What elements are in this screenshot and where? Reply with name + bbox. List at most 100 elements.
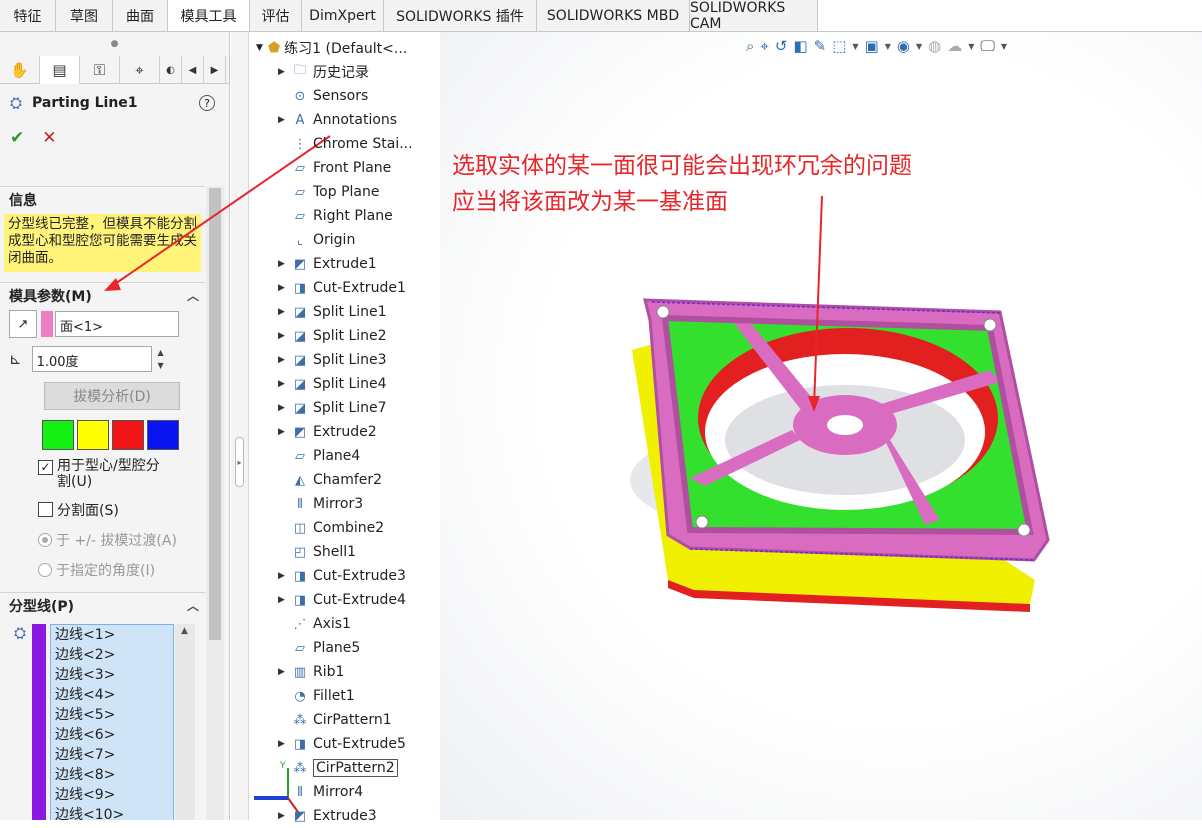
expand-arrow-icon[interactable]: ▶	[278, 739, 290, 749]
dropdown-chevron-icon[interactable]: ▼	[852, 42, 858, 51]
tree-item-label: Cut-Extrude5	[313, 736, 406, 752]
tree-item[interactable]: ⁂ CirPattern1	[252, 708, 442, 732]
tree-item[interactable]: ▱ Right Plane	[252, 204, 442, 228]
tree-item[interactable]: ▶ ◩ Extrude2	[252, 420, 442, 444]
tree-item-label: Origin	[313, 232, 356, 248]
mount-hole-tl	[656, 305, 670, 319]
tree-item[interactable]: ◰ Shell1	[252, 540, 442, 564]
expand-arrow-icon[interactable]: ▶	[278, 595, 290, 605]
previous-view-icon[interactable]: ↺	[775, 37, 788, 55]
tree-item-label: Top Plane	[313, 184, 380, 200]
mirror-icon: ⫴	[297, 496, 303, 512]
view-orientation-icon[interactable]: ⬚	[832, 37, 846, 55]
tree-item[interactable]: ▶ ◨ Cut-Extrude3	[252, 564, 442, 588]
tree-item[interactable]: ◭ Chamfer2	[252, 468, 442, 492]
tree-item[interactable]: ◔ Fillet1	[252, 684, 442, 708]
mount-hole-bl	[695, 515, 709, 529]
tree-item[interactable]: ▶ ▥ Rib1	[252, 660, 442, 684]
dropdown-chevron-icon[interactable]: ▼	[1001, 42, 1007, 51]
tree-item[interactable]: ▱ Plane5	[252, 636, 442, 660]
tree-item[interactable]: ▱ Plane4	[252, 444, 442, 468]
tree-item[interactable]: ▶ ◨ Cut-Extrude4	[252, 588, 442, 612]
tree-item[interactable]: ▶ ◨ Cut-Extrude5	[252, 732, 442, 756]
split-line-icon: ◪	[293, 376, 307, 392]
expand-arrow-icon[interactable]: ▶	[278, 379, 290, 389]
model-graphics	[104, 135, 1050, 612]
tree-item-label: Mirror3	[313, 496, 364, 512]
cut-extrude-icon: ◨	[293, 736, 307, 752]
tree-item[interactable]: ▶ ◪ Split Line4	[252, 372, 442, 396]
tree-item[interactable]: ◫ Combine2	[252, 516, 442, 540]
expand-arrow-icon[interactable]: ▶	[278, 259, 290, 269]
tree-item[interactable]: ▶ ◪ Split Line7	[252, 396, 442, 420]
tree-item[interactable]: ⋮ Chrome Stai...	[252, 132, 442, 156]
feature-manager-tree: ▼ ⬟ 练习1 (Default<... ▶ 🗀 历史记录 ⊙ Sensors ▶ A Ann…	[252, 36, 442, 828]
tree-item-label: Extrude1	[313, 256, 377, 272]
reference-triad: Y	[254, 761, 299, 813]
expand-arrow-icon[interactable]: ▶	[278, 283, 290, 293]
expand-arrow-icon[interactable]: ▶	[278, 667, 290, 677]
edit-appearance-icon[interactable]: ◍	[928, 37, 941, 55]
split-line-icon: ◪	[293, 304, 307, 320]
tree-item-label: Plane5	[313, 640, 361, 656]
cut-extrude-icon: ◨	[293, 568, 307, 584]
tree-item[interactable]: ⊙ Sensors	[252, 84, 442, 108]
expand-arrow-icon[interactable]: ▼	[256, 43, 268, 53]
expand-arrow-icon[interactable]: ▶	[278, 427, 290, 437]
tree-item-label: Plane4	[313, 448, 361, 464]
chamfer-icon: ◭	[295, 472, 305, 488]
expand-arrow-icon[interactable]: ▶	[278, 307, 290, 317]
tree-item[interactable]: ▶ 🗀 历史记录	[252, 60, 442, 84]
axis-icon: ⋰	[293, 616, 307, 632]
tree-item[interactable]: ⫴ Mirror3	[252, 492, 442, 516]
tree-item[interactable]: ▱ Front Plane	[252, 156, 442, 180]
expand-arrow-icon[interactable]: ▶	[278, 115, 290, 125]
mount-hole-tr	[983, 318, 997, 332]
plane-icon: ▱	[295, 208, 305, 224]
tree-item[interactable]: ▶ ◨ Cut-Extrude1	[252, 276, 442, 300]
tree-item-label: Cut-Extrude3	[313, 568, 406, 584]
zoom-to-area-icon[interactable]: ⌖	[760, 37, 768, 55]
origin-icon: ⌞	[296, 232, 304, 248]
tree-item[interactable]: ▱ Top Plane	[252, 180, 442, 204]
tree-item[interactable]: ⌞ Origin	[252, 228, 442, 252]
tree-item-label: Combine2	[313, 520, 385, 536]
expand-arrow-icon[interactable]: ▶	[278, 331, 290, 341]
cut-extrude-icon: ◨	[293, 280, 307, 296]
tree-item-label: Split Line7	[313, 400, 387, 416]
root-label: 练习1 (Default<...	[284, 41, 408, 57]
plane-icon: ▱	[295, 448, 305, 464]
tree-item[interactable]: ▶ A Annotations	[252, 108, 442, 132]
material-icon: ⋮	[293, 136, 307, 152]
annotation-icon: A	[295, 112, 305, 128]
hide-show-items-icon[interactable]: ◉	[897, 37, 910, 55]
tree-item-label: Axis1	[313, 616, 351, 632]
dynamic-annotation-icon[interactable]: ✎	[814, 37, 827, 55]
tree-item-label: Chrome Stai...	[313, 136, 413, 152]
tree-item[interactable]: ▶ ◪ Split Line3	[252, 348, 442, 372]
tree-root-part[interactable]: ▼ ⬟ 练习1 (Default<...	[252, 36, 442, 60]
expand-arrow-icon[interactable]: ▶	[278, 67, 290, 77]
expand-arrow-icon[interactable]: ▶	[278, 355, 290, 365]
tree-item[interactable]: ⋰ Axis1	[252, 612, 442, 636]
tree-item[interactable]: ▶ ◪ Split Line2	[252, 324, 442, 348]
tree-item[interactable]: ▶ ◩ Extrude1	[252, 252, 442, 276]
dropdown-chevron-icon[interactable]: ▼	[916, 42, 922, 51]
section-view-icon[interactable]: ◧	[793, 37, 807, 55]
tree-item-label: Split Line1	[313, 304, 387, 320]
expand-arrow-icon[interactable]: ▶	[278, 403, 290, 413]
dropdown-chevron-icon[interactable]: ▼	[968, 42, 974, 51]
dropdown-chevron-icon[interactable]: ▼	[885, 42, 891, 51]
view-settings-icon[interactable]: 🖵	[980, 37, 994, 55]
tree-item-label: Right Plane	[313, 208, 393, 224]
tree-item-label: Split Line4	[313, 376, 387, 392]
display-style-icon[interactable]: ▣	[865, 37, 879, 55]
tree-item-label: Cut-Extrude4	[313, 592, 406, 608]
annotation-arrowhead-left	[104, 278, 121, 291]
zoom-to-fit-icon[interactable]: ⌕	[746, 37, 754, 55]
expand-arrow-icon[interactable]: ▶	[278, 571, 290, 581]
tree-item[interactable]: ▶ ◪ Split Line1	[252, 300, 442, 324]
apply-scene-icon[interactable]: ☁	[947, 37, 962, 55]
plane-icon: ▱	[295, 184, 305, 200]
split-line-icon: ◪	[293, 352, 307, 368]
